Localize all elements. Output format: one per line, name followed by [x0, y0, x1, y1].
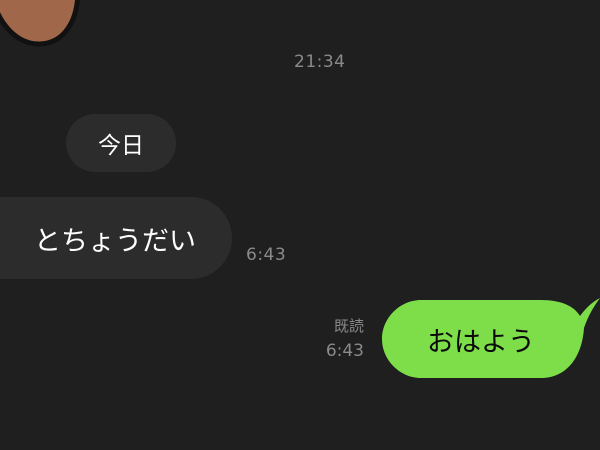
date-divider: 今日 [66, 114, 176, 172]
message-timestamp: 21:34 [294, 52, 346, 72]
incoming-message-time: 6:43 [246, 245, 287, 265]
read-label: 既読 [333, 317, 364, 335]
character-sticker-icon[interactable] [0, 0, 100, 50]
outgoing-message-text: おはよう [427, 326, 535, 358]
read-receipt: 既読 6:43 [318, 316, 364, 364]
outgoing-message-time: 6:43 [325, 341, 364, 361]
outgoing-message-bubble[interactable]: おはよう [376, 292, 600, 384]
chat-view: 21:34 今日 とちょうだい 6:43 既読 6:43 おはよう [0, 0, 600, 450]
incoming-message-bubble[interactable]: とちょうだい [0, 197, 232, 279]
